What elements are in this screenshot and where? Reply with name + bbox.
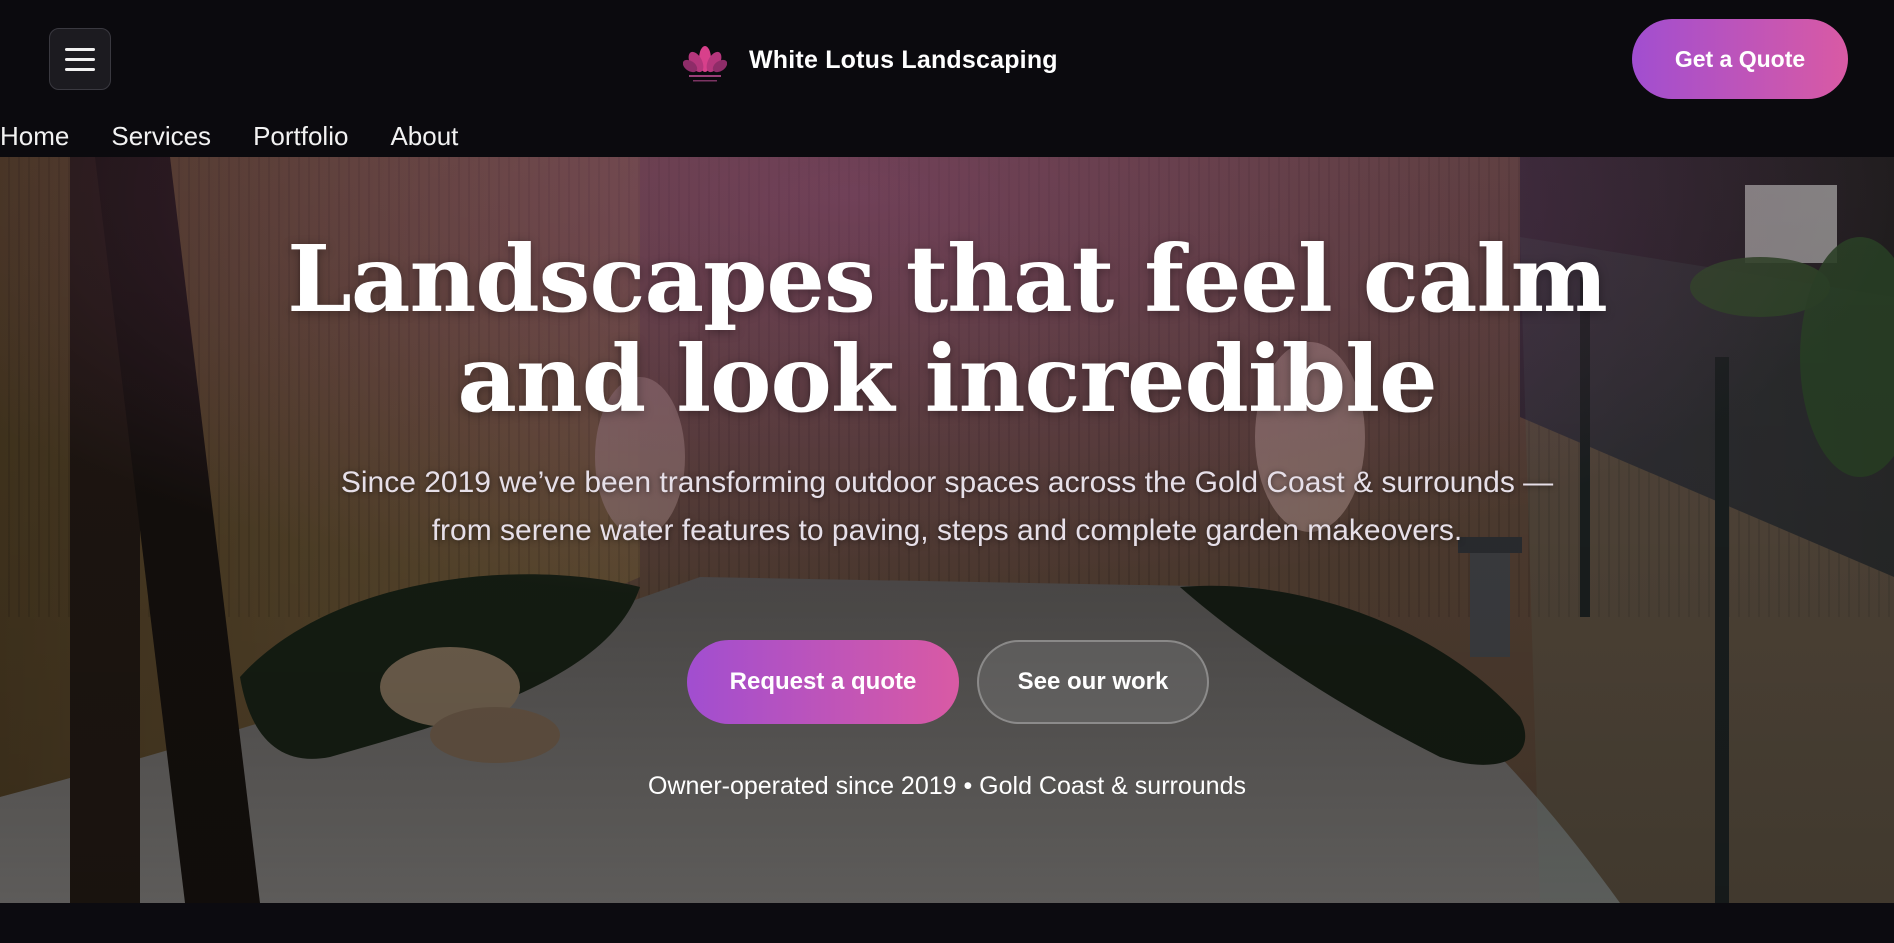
hero-section: Landscapes that feel calm and look incre…	[0, 157, 1894, 903]
hamburger-menu-icon	[65, 67, 95, 71]
request-a-quote-button[interactable]: Request a quote	[687, 640, 959, 724]
hero-title-line-1: Landscapes that feel calm	[287, 225, 1608, 333]
lotus-logo-icon	[683, 46, 727, 82]
nav-item-portfolio[interactable]: Portfolio	[253, 118, 348, 154]
nav-item-home[interactable]: Home	[0, 118, 69, 154]
hero-title-line-2: and look incredible	[457, 325, 1437, 433]
page-bottom-band	[0, 903, 1894, 943]
brand-name: White Lotus Landscaping	[749, 45, 1058, 74]
page: White Lotus Landscaping Get a Quote Home…	[0, 0, 1894, 943]
see-our-work-button[interactable]: See our work	[977, 640, 1209, 724]
hamburger-menu-icon	[65, 57, 95, 61]
site-header: White Lotus Landscaping Get a Quote Home…	[0, 0, 1894, 157]
nav-item-services[interactable]: Services	[111, 118, 211, 154]
get-a-quote-button[interactable]: Get a Quote	[1632, 19, 1848, 99]
main-nav: Home Services Portfolio About	[0, 118, 458, 154]
hero-title: Landscapes that feel calm and look incre…	[247, 229, 1647, 429]
hero-content: Landscapes that feel calm and look incre…	[0, 157, 1894, 903]
brand[interactable]: White Lotus Landscaping	[683, 33, 1058, 87]
hero-subtitle: Since 2019 we’ve been transforming outdo…	[340, 466, 1554, 547]
hero-note: Owner-operated since 2019 • Gold Coast &…	[648, 772, 1246, 800]
nav-item-about[interactable]: About	[390, 118, 458, 154]
hamburger-menu-icon	[65, 47, 95, 51]
menu-button[interactable]	[49, 28, 111, 90]
